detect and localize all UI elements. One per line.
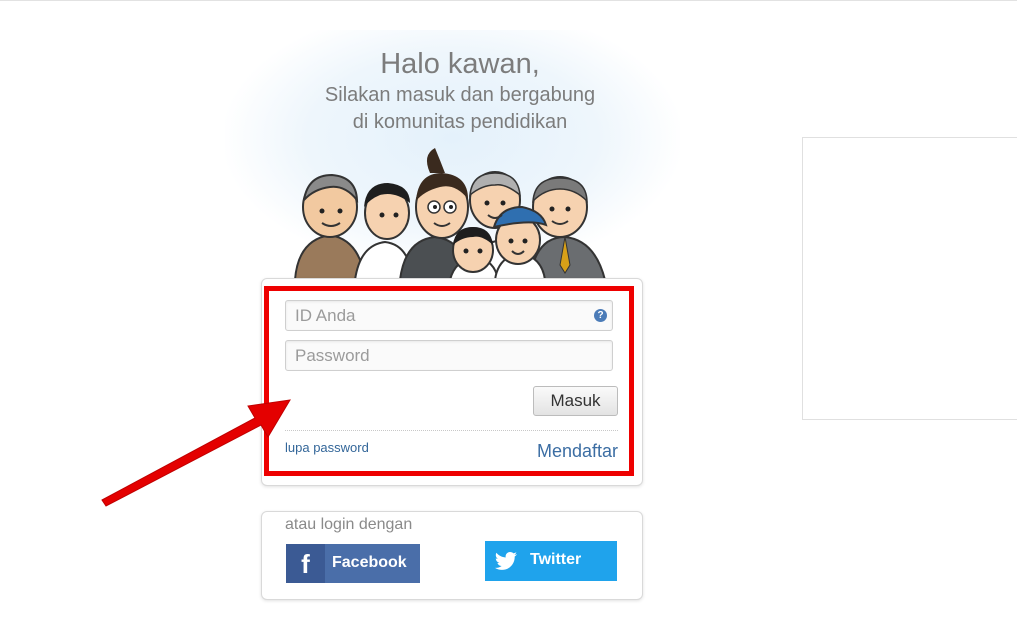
social-login-prompt: atau login dengan (285, 516, 413, 533)
greeting-line-2: di komunitas pendidikan (352, 111, 568, 133)
twitter-login-button[interactable]: Twitter (485, 541, 617, 581)
facebook-login-button[interactable]: f Facebook (286, 544, 420, 583)
help-icon[interactable]: ? (594, 309, 607, 322)
twitter-bird-icon (495, 552, 517, 570)
facebook-label: Facebook (332, 554, 407, 571)
user-id-input[interactable] (285, 300, 613, 331)
top-divider (0, 0, 1017, 1)
community-illustration (293, 148, 607, 280)
side-panel (802, 137, 1017, 420)
greeting-line-1: Silakan masuk dan bergabung (324, 84, 596, 106)
password-input[interactable] (285, 340, 613, 371)
register-link[interactable]: Mendaftar (537, 441, 618, 462)
facebook-icon: f (286, 544, 325, 583)
form-divider (285, 430, 618, 431)
twitter-label: Twitter (530, 551, 582, 568)
login-button[interactable]: Masuk (533, 386, 618, 416)
greeting-title: Halo kawan, (380, 48, 540, 80)
forgot-password-link[interactable]: lupa password (285, 440, 369, 455)
